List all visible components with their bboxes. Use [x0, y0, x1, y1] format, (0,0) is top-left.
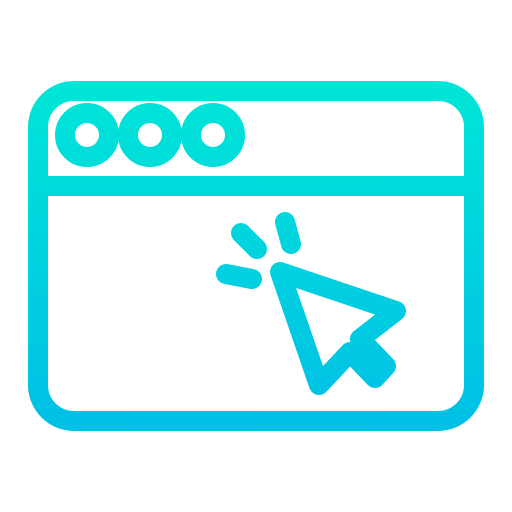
mouse-cursor-icon: [270, 262, 406, 395]
browser-click-illustration: [0, 0, 512, 512]
browser-window-click-icon: [28, 81, 484, 431]
window-dot-icon: [55, 103, 119, 167]
window-dot-icon: [118, 103, 182, 167]
window-dot-icon: [181, 103, 245, 167]
